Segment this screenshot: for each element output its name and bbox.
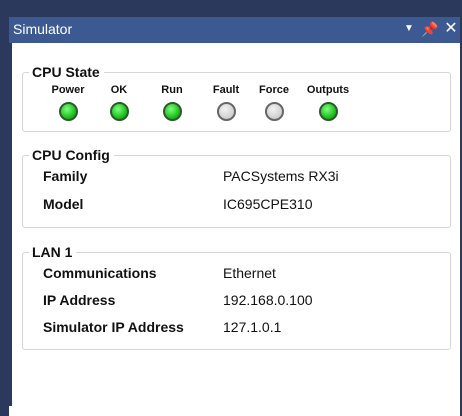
- communications-label: Communications: [43, 265, 157, 281]
- led-label: Run: [161, 84, 183, 96]
- window-title: Simulator: [13, 21, 73, 37]
- family-label: Family: [43, 168, 88, 184]
- cpu-config-title: CPU Config: [29, 147, 114, 163]
- simulator-ip-value: 127.1.0.1: [223, 319, 282, 335]
- led-label: Fault: [212, 84, 240, 96]
- led-label: Outputs: [306, 84, 350, 96]
- force-led-icon: [264, 102, 284, 121]
- ip-address-value: 192.168.0.100: [223, 292, 313, 308]
- lan-title: LAN 1: [29, 244, 77, 260]
- led-outputs: Outputs: [299, 84, 357, 121]
- led-label: Power: [51, 84, 85, 96]
- ip-address-label: IP Address: [43, 292, 116, 308]
- run-led-icon: [162, 102, 182, 121]
- power-led-icon: [58, 102, 78, 121]
- led-label: Force: [259, 84, 289, 96]
- pin-icon[interactable]: 📌: [421, 19, 439, 39]
- outputs-led-icon: [318, 102, 338, 121]
- title-bar[interactable]: Simulator ▼ 📌 ✕: [9, 17, 460, 43]
- communications-value: Ethernet: [223, 265, 276, 281]
- cpu-state-title: CPU State: [29, 64, 104, 80]
- led-power: Power: [45, 84, 91, 121]
- panel-left-border: [9, 43, 12, 416]
- simulator-ip-label: Simulator IP Address: [43, 319, 184, 335]
- cpu-state-group: CPU State Power OK Run Fault Force Outpu…: [22, 64, 451, 132]
- model-value: IC695CPE310: [223, 196, 313, 212]
- dropdown-arrow-icon[interactable]: ▼: [400, 19, 418, 39]
- ok-led-icon: [109, 102, 129, 121]
- led-ok: OK: [96, 84, 142, 121]
- fault-led-icon: [216, 102, 236, 121]
- led-label: OK: [110, 84, 128, 96]
- cpu-config-group: CPU Config Family PACSystems RX3i Model …: [22, 147, 451, 228]
- simulator-window: Simulator ▼ 📌 ✕ CPU State Power OK Run F…: [0, 0, 462, 416]
- lan-group: LAN 1 Communications Ethernet IP Address…: [22, 244, 451, 350]
- led-force: Force: [251, 84, 297, 121]
- close-icon[interactable]: ✕: [442, 19, 460, 39]
- family-value: PACSystems RX3i: [223, 168, 339, 184]
- model-label: Model: [43, 196, 84, 212]
- led-run: Run: [149, 84, 195, 121]
- panel-bottom: [9, 406, 460, 416]
- led-fault: Fault: [203, 84, 249, 121]
